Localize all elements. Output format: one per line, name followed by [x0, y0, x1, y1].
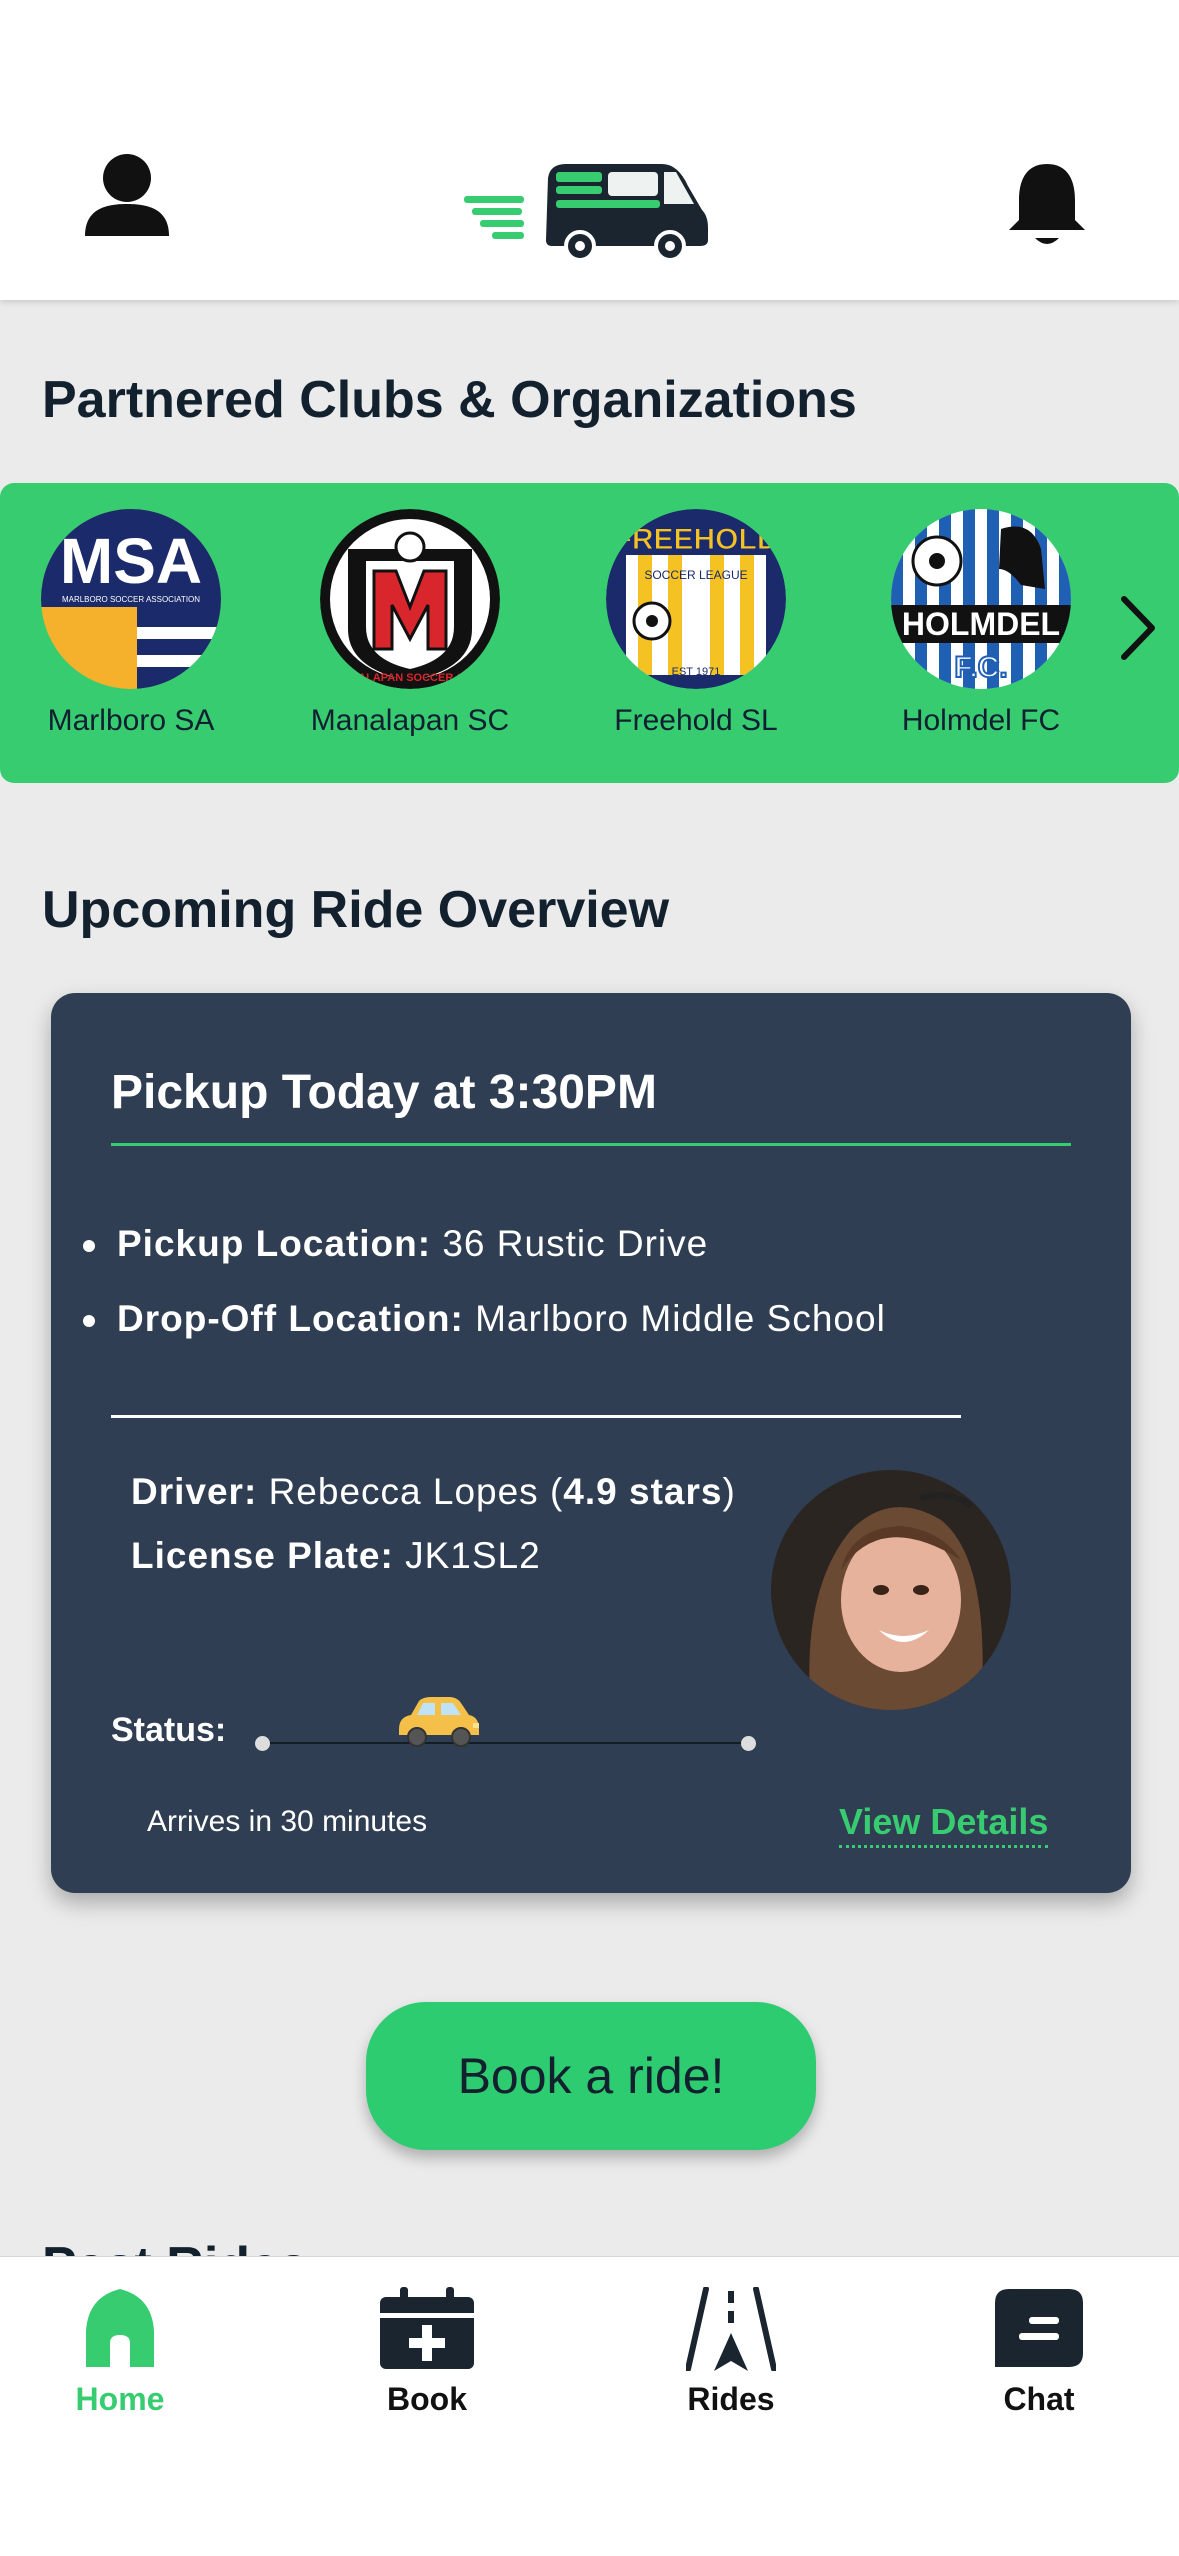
tab-book[interactable]: Book	[327, 2287, 527, 2418]
club-name: Marlboro SA	[47, 704, 215, 737]
driver-name: Rebecca Lopes (	[268, 1471, 564, 1512]
upcoming-ride-card: Pickup Today at 3:30PM Pickup Location: …	[51, 993, 1131, 1893]
home-icon	[86, 2289, 154, 2367]
divider	[111, 1415, 961, 1418]
svg-text:MARLBORO SOCCER ASSOCIATION: MARLBORO SOCCER ASSOCIATION	[62, 595, 200, 604]
freehold-sl-logo: FREEHOLD SOCCER LEAGUE EST 1971	[606, 509, 786, 689]
license-plate-label: License Plate:	[131, 1535, 394, 1576]
pickup-time-title: Pickup Today at 3:30PM	[111, 1066, 657, 1119]
bottom-tab-bar: Home Book Rides Chat	[0, 2256, 1179, 2556]
app-header	[0, 0, 1179, 300]
tab-label: Home	[75, 2381, 165, 2417]
svg-text:EST 1971: EST 1971	[672, 666, 721, 678]
car-icon	[398, 1697, 479, 1747]
pickup-location-value: 36 Rustic Drive	[442, 1223, 709, 1264]
book-ride-button[interactable]: Book a ride!	[366, 2002, 816, 2150]
upcoming-section-title: Upcoming Ride Overview	[42, 881, 670, 939]
bullet	[83, 1315, 95, 1328]
tab-rides[interactable]: Rides	[631, 2287, 831, 2418]
ride-progress-track	[261, 1742, 749, 1744]
license-plate-info: License Plate: JK1SL2	[131, 1535, 541, 1577]
manalapan-sc-logo: MANALAPAN SOCCER CLUB	[320, 509, 500, 689]
driver-rating-close: )	[722, 1471, 736, 1512]
svg-text:HOLMDEL: HOLMDEL	[902, 606, 1060, 642]
marlboro-sa-logo: MSA MARLBORO SOCCER ASSOCIATION	[41, 509, 221, 689]
club-manalapan-sc[interactable]: MANALAPAN SOCCER CLUB Manalapan SC	[295, 509, 525, 738]
club-holmdel-fc[interactable]: HOLMDEL F.C. Holmdel FC	[866, 509, 1096, 738]
tab-label: Book	[387, 2381, 467, 2417]
divider	[111, 1143, 1071, 1146]
chat-bubble-icon	[995, 2289, 1083, 2367]
calendar-plus-icon	[380, 2287, 474, 2369]
driver-label: Driver:	[131, 1471, 258, 1512]
license-plate-value: JK1SL2	[405, 1535, 541, 1576]
tab-label: Chat	[1003, 2381, 1075, 2417]
dropoff-location: Drop-Off Location: Marlboro Middle Schoo…	[83, 1298, 886, 1340]
driver-avatar[interactable]	[771, 1470, 1011, 1710]
status-label: Status:	[111, 1711, 227, 1749]
svg-text:F.C.: F.C.	[954, 651, 1007, 684]
view-details-link[interactable]: View Details	[839, 1801, 1049, 1848]
holmdel-fc-logo: HOLMDEL F.C.	[891, 509, 1071, 689]
club-marlboro-sa[interactable]: MSA MARLBORO SOCCER ASSOCIATION Marlboro…	[16, 509, 246, 738]
driver-info: Driver: Rebecca Lopes (4.9 stars)	[131, 1471, 736, 1513]
clubs-carousel[interactable]: MSA MARLBORO SOCCER ASSOCIATION Marlboro…	[0, 483, 1179, 783]
arrival-eta: Arrives in 30 minutes	[147, 1805, 428, 1838]
chevron-right-icon[interactable]	[1118, 593, 1158, 663]
tab-label: Rides	[687, 2381, 775, 2417]
dropoff-location-label: Drop-Off Location:	[117, 1298, 464, 1339]
dropoff-location-value: Marlboro Middle School	[475, 1298, 886, 1339]
pickup-location-label: Pickup Location:	[117, 1223, 432, 1264]
bullet	[83, 1240, 95, 1253]
club-freehold-sl[interactable]: FREEHOLD SOCCER LEAGUE EST 1971 Freehold…	[581, 509, 811, 738]
club-name: Manalapan SC	[310, 704, 510, 737]
club-name: Freehold SL	[614, 704, 778, 737]
svg-text:FREEHOLD: FREEHOLD	[614, 523, 779, 556]
driver-rating: 4.9 stars	[563, 1471, 723, 1512]
tab-chat[interactable]: Chat	[939, 2287, 1139, 2418]
club-name: Holmdel FC	[901, 704, 1061, 737]
road-navigation-icon	[686, 2287, 776, 2371]
svg-text:SOCCER LEAGUE: SOCCER LEAGUE	[644, 568, 747, 582]
svg-text:MANALAPAN SOCCER CLUB: MANALAPAN SOCCER CLUB	[333, 672, 487, 684]
progress-end-dot	[741, 1736, 756, 1751]
svg-text:MSA: MSA	[60, 525, 202, 597]
pickup-location: Pickup Location: 36 Rustic Drive	[83, 1223, 708, 1265]
person-icon[interactable]	[82, 150, 172, 240]
speeding-van-logo	[464, 164, 708, 260]
tab-home[interactable]: Home	[20, 2287, 220, 2418]
bell-icon[interactable]	[1005, 158, 1089, 248]
progress-start-dot	[255, 1736, 270, 1751]
clubs-section-title: Partnered Clubs & Organizations	[42, 371, 857, 429]
